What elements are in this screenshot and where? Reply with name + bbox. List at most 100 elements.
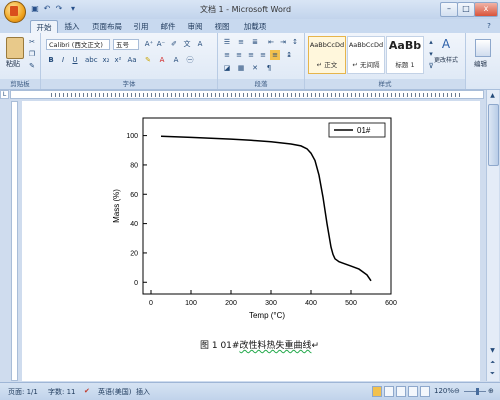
style-normal[interactable]: AaBbCcDd ↵ 正文 bbox=[308, 36, 346, 74]
align-center-icon[interactable]: ≡ bbox=[234, 50, 244, 60]
ribbon-tabs: 开始 插入 页面布局 引用 邮件 审阅 视图 加载项 ? bbox=[0, 19, 500, 34]
language-indicator[interactable]: 英语(美国) bbox=[98, 387, 131, 397]
styles-group: AaBbCcDd ↵ 正文 AaBbCcDd ↵ 无间隔 AaBb 标题 1 ▴… bbox=[305, 33, 466, 89]
character-shading-icon[interactable]: A bbox=[171, 55, 181, 65]
ribbon: 粘贴 ✂ ❐ ✎ 剪贴板 Calibri (西文正文) 五号 A⁺ A⁻ ✐ 文… bbox=[0, 33, 500, 90]
paragraph-mark: ↵ bbox=[311, 341, 320, 351]
style-heading-1[interactable]: AaBb 标题 1 bbox=[386, 36, 424, 74]
web-layout-icon[interactable] bbox=[396, 386, 406, 397]
sort-icon[interactable]: ↕ bbox=[290, 37, 300, 47]
redo-icon[interactable]: ↷ bbox=[54, 4, 64, 14]
help-icon[interactable]: ? bbox=[484, 21, 494, 31]
strikethrough-icon[interactable]: abc bbox=[85, 55, 98, 65]
y-tick-label: 60 bbox=[130, 192, 138, 199]
horizontal-ruler[interactable] bbox=[10, 90, 484, 99]
justify-icon[interactable]: ≡ bbox=[258, 50, 268, 60]
proofing-icon[interactable]: ✔ bbox=[84, 387, 90, 395]
superscript-icon[interactable]: x² bbox=[113, 55, 123, 65]
vertical-ruler[interactable] bbox=[11, 101, 18, 381]
bullets-icon[interactable]: ☰ bbox=[222, 37, 232, 47]
close-button[interactable]: x bbox=[474, 2, 498, 17]
italic-icon[interactable]: I bbox=[58, 55, 68, 65]
chart: 0 100 200 300 400 500 600 0 20 40 60 80 100 Temp (°C)… bbox=[107, 116, 397, 328]
styles-scroll-up-icon[interactable]: ▴ bbox=[426, 37, 436, 47]
tab-page-layout[interactable]: 页面布局 bbox=[88, 20, 126, 33]
legend-label: 01# bbox=[357, 126, 371, 135]
shrink-font-icon[interactable]: A⁻ bbox=[156, 39, 166, 49]
numbering-icon[interactable]: ≡ bbox=[236, 37, 246, 47]
minimize-button[interactable]: – bbox=[440, 2, 458, 17]
shading-icon[interactable]: ◪ bbox=[222, 63, 232, 73]
zoom-slider-thumb[interactable] bbox=[476, 388, 479, 395]
draft-view-icon[interactable] bbox=[420, 386, 430, 397]
clear-formatting-icon[interactable]: ✐ bbox=[169, 39, 179, 49]
phonetic-guide-icon[interactable]: 文 bbox=[182, 39, 192, 49]
scroll-down-icon[interactable]: ▼ bbox=[488, 347, 497, 355]
maximize-button[interactable]: □ bbox=[457, 2, 475, 17]
multilevel-list-icon[interactable]: ≣ bbox=[250, 37, 260, 47]
align-right-icon[interactable]: ≡ bbox=[246, 50, 256, 60]
tab-selector-icon[interactable]: L bbox=[0, 90, 9, 99]
figure-caption[interactable]: 图 1 01#改性料热失重曲线↵ bbox=[200, 338, 319, 351]
show-hide-marks-icon[interactable]: ¶ bbox=[264, 63, 274, 73]
save-icon[interactable]: ▣ bbox=[30, 4, 40, 14]
grow-font-icon[interactable]: A⁺ bbox=[144, 39, 154, 49]
print-layout-view-icon[interactable] bbox=[372, 386, 382, 397]
tab-review[interactable]: 审阅 bbox=[184, 20, 206, 33]
tab-mailings[interactable]: 邮件 bbox=[157, 20, 179, 33]
tab-add-ins[interactable]: 加载项 bbox=[238, 20, 272, 33]
increase-indent-icon[interactable]: ⇥ bbox=[278, 37, 288, 47]
copy-icon[interactable]: ❐ bbox=[27, 49, 37, 59]
paste-icon[interactable] bbox=[6, 37, 24, 59]
highlight-icon[interactable]: ✎ bbox=[143, 55, 153, 65]
font-name-select[interactable]: Calibri (西文正文) bbox=[46, 39, 110, 50]
editing-label[interactable]: 编辑 bbox=[474, 59, 487, 70]
tab-view[interactable]: 视图 bbox=[211, 20, 233, 33]
undo-icon[interactable]: ↶ bbox=[42, 4, 52, 14]
y-tick-label: 0 bbox=[134, 280, 138, 287]
style-preview: AaBbCcDd bbox=[348, 41, 384, 49]
scroll-up-icon[interactable]: ▲ bbox=[488, 92, 497, 100]
full-screen-reading-icon[interactable] bbox=[384, 386, 394, 397]
office-button[interactable] bbox=[4, 1, 26, 23]
previous-page-icon[interactable]: ⏶ bbox=[488, 359, 497, 367]
zoom-slider[interactable] bbox=[464, 391, 486, 392]
outline-view-icon[interactable] bbox=[408, 386, 418, 397]
tab-references[interactable]: 引用 bbox=[130, 20, 152, 33]
change-case-icon[interactable]: Aa bbox=[127, 55, 137, 65]
format-painter-icon[interactable]: ✎ bbox=[27, 61, 37, 71]
zoom-out-icon[interactable]: ⊖ bbox=[454, 387, 460, 395]
subscript-icon[interactable]: x₂ bbox=[101, 55, 111, 65]
distributed-icon[interactable]: ≡ bbox=[270, 50, 280, 60]
word-count[interactable]: 字数: 11 bbox=[48, 387, 76, 397]
paste-button-label[interactable]: 粘贴 bbox=[6, 59, 20, 70]
change-styles-icon[interactable]: A bbox=[439, 37, 453, 51]
tab-home[interactable]: 开始 bbox=[30, 20, 58, 34]
cut-icon[interactable]: ✂ bbox=[27, 37, 37, 47]
character-border-icon[interactable]: A bbox=[195, 39, 205, 49]
line-spacing-icon[interactable]: ↨ bbox=[284, 50, 294, 60]
chinese-layout-icon[interactable]: ✕ bbox=[250, 63, 260, 73]
vertical-scrollbar[interactable]: ▲ ▼ ⏶ ⏷ bbox=[486, 90, 499, 381]
align-left-icon[interactable]: ≡ bbox=[222, 50, 232, 60]
next-page-icon[interactable]: ⏷ bbox=[488, 370, 497, 378]
bold-icon[interactable]: B bbox=[46, 55, 56, 65]
zoom-level[interactable]: 120% bbox=[434, 387, 454, 395]
borders-icon[interactable]: ▦ bbox=[236, 63, 246, 73]
enclose-characters-icon[interactable]: ㊀ bbox=[185, 55, 195, 65]
scroll-thumb[interactable] bbox=[488, 104, 499, 166]
customize-quick-access-icon[interactable]: ▾ bbox=[68, 4, 78, 14]
insert-mode[interactable]: 插入 bbox=[136, 387, 150, 397]
font-group-label: 字体 bbox=[41, 79, 217, 89]
style-name: ↵ 正文 bbox=[316, 61, 338, 69]
font-size-select[interactable]: 五号 bbox=[113, 39, 139, 50]
decrease-indent-icon[interactable]: ⇤ bbox=[266, 37, 276, 47]
underline-icon[interactable]: U bbox=[70, 55, 80, 65]
style-no-spacing[interactable]: AaBbCcDd ↵ 无间隔 bbox=[347, 36, 385, 74]
find-icon[interactable] bbox=[475, 39, 491, 57]
font-color-icon[interactable]: A bbox=[157, 55, 167, 65]
tab-insert[interactable]: 插入 bbox=[60, 20, 84, 33]
zoom-in-icon[interactable]: ⊕ bbox=[488, 387, 494, 395]
change-styles-label[interactable]: 更改样式 bbox=[434, 55, 458, 66]
page-count[interactable]: 页面: 1/1 bbox=[8, 387, 38, 397]
